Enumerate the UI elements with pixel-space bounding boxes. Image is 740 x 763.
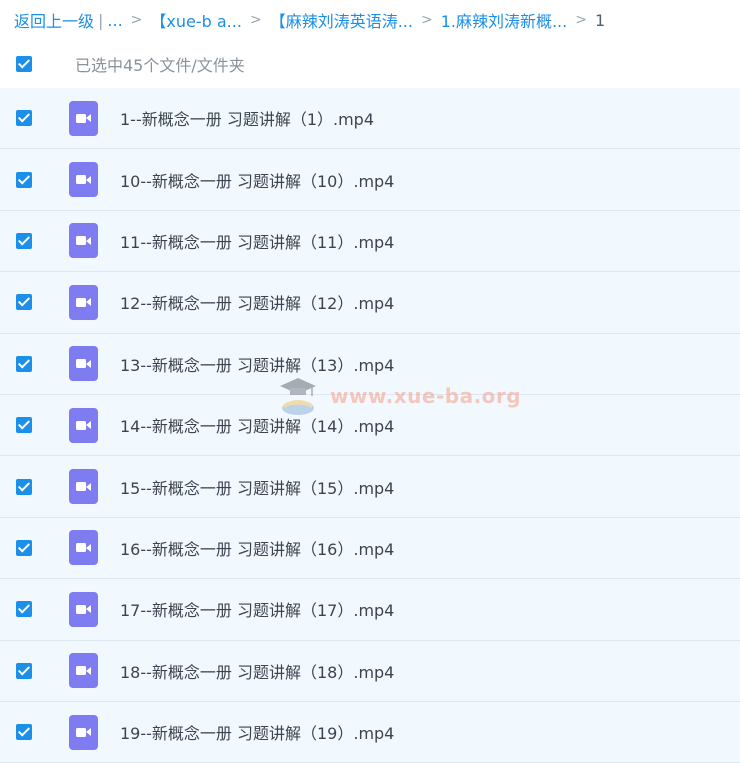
video-file-icon [69,223,98,259]
file-checkbox[interactable] [16,417,32,434]
chevron-right-icon: > [249,12,262,28]
file-list: 1--新概念一册 习题讲解（1）.mp4 10--新概念一册 习题讲解（10）.… [0,88,740,763]
breadcrumb-pipe: | [98,10,104,30]
file-checkbox[interactable] [16,232,32,249]
file-checkbox[interactable] [16,478,32,495]
video-file-icon [69,653,98,689]
video-file-icon [69,284,98,320]
chevron-right-icon: > [130,12,143,28]
file-name[interactable]: 17--新概念一册 习题讲解（17）.mp4 [120,597,394,621]
breadcrumb-item[interactable]: 【xue-b a... [150,8,242,32]
back-link[interactable]: 返回上一级 [14,8,94,32]
video-file-icon [69,591,98,627]
file-row[interactable]: 16--新概念一册 习题讲解（16）.mp4 [0,517,740,580]
breadcrumb-current: 1 [594,10,606,30]
file-row[interactable]: 10--新概念一册 习题讲解（10）.mp4 [0,149,740,211]
file-name[interactable]: 18--新概念一册 习题讲解（18）.mp4 [120,659,394,683]
breadcrumb: 返回上一级 | ... > 【xue-b a... > 【麻辣刘涛英语涛... … [14,8,734,32]
file-checkbox[interactable] [16,662,32,679]
file-checkbox[interactable] [16,171,32,188]
video-file-icon [69,469,98,505]
file-checkbox[interactable] [16,355,32,372]
file-name[interactable]: 15--新概念一册 习题讲解（15）.mp4 [120,475,394,499]
file-name[interactable]: 10--新概念一册 习题讲解（10）.mp4 [120,168,394,192]
file-checkbox[interactable] [16,601,32,618]
file-row[interactable]: 18--新概念一册 习题讲解（18）.mp4 [0,640,740,702]
breadcrumb-ellipsis[interactable]: ... [107,11,122,30]
breadcrumb-item[interactable]: 1.麻辣刘涛新概... [441,8,568,32]
video-file-icon [69,714,98,750]
video-file-icon [69,407,98,443]
select-all-checkbox[interactable] [16,56,32,72]
file-checkbox[interactable] [16,294,32,311]
file-name[interactable]: 14--新概念一册 习题讲解（14）.mp4 [120,413,394,437]
selection-bar: 已选中45个文件/文件夹 [0,46,740,82]
file-checkbox[interactable] [16,110,32,127]
file-name[interactable]: 19--新概念一册 习题讲解（19）.mp4 [120,720,394,744]
file-checkbox[interactable] [16,539,32,556]
file-name[interactable]: 16--新概念一册 习题讲解（16）.mp4 [120,536,394,560]
video-file-icon [69,346,98,382]
video-file-icon [69,530,98,566]
file-name[interactable]: 12--新概念一册 习题讲解（12）.mp4 [120,290,394,314]
file-row[interactable]: 12--新概念一册 习题讲解（12）.mp4 [0,272,740,334]
file-row[interactable]: 1--新概念一册 习题讲解（1）.mp4 [0,88,740,150]
file-row[interactable]: 14--新概念一册 习题讲解（14）.mp4 [0,394,740,457]
file-name[interactable]: 1--新概念一册 习题讲解（1）.mp4 [120,106,374,130]
selection-count: 已选中45个文件/文件夹 [75,56,245,75]
chevron-right-icon: > [575,12,587,28]
video-file-icon [69,100,98,136]
file-name[interactable]: 11--新概念一册 习题讲解（11）.mp4 [120,229,394,253]
file-checkbox[interactable] [16,724,32,741]
file-row[interactable]: 13--新概念一册 习题讲解（13）.mp4 [0,333,740,395]
file-name[interactable]: 13--新概念一册 习题讲解（13）.mp4 [120,352,394,376]
file-row[interactable]: 19--新概念一册 习题讲解（19）.mp4 [0,701,740,763]
file-row[interactable]: 15--新概念一册 习题讲解（15）.mp4 [0,456,740,518]
video-file-icon [69,162,98,198]
breadcrumb-item[interactable]: 【麻辣刘涛英语涛... [270,8,413,32]
file-row[interactable]: 17--新概念一册 习题讲解（17）.mp4 [0,579,740,641]
file-row[interactable]: 11--新概念一册 习题讲解（11）.mp4 [0,210,740,273]
chevron-right-icon: > [420,12,433,28]
